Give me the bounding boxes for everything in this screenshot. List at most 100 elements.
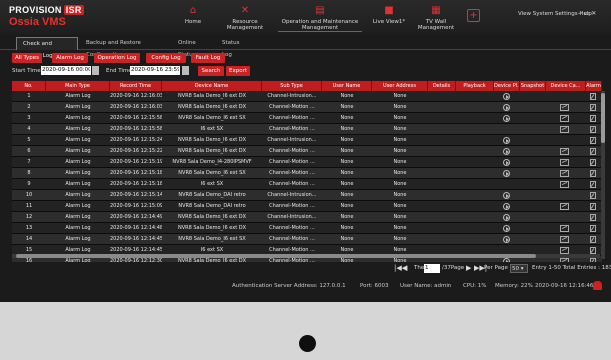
vertical-scroll-thumb[interactable] <box>601 93 605 143</box>
play-icon[interactable] <box>503 236 510 243</box>
play-icon[interactable] <box>503 225 510 232</box>
table-row[interactable]: 6 Alarm Log 2020-09-16 12:15:22 NVR8 Sala D… <box>12 146 602 157</box>
capture-icon[interactable] <box>560 170 569 177</box>
table-row[interactable]: 13 Alarm Log 2020-09-16 12:14:48 NVR8 Sala … <box>12 223 602 234</box>
table-row[interactable]: 4 Alarm Log 2020-09-16 12:15:58 I6 ext SX Ch… <box>12 124 602 135</box>
edit-icon[interactable] <box>590 181 596 188</box>
table-row[interactable]: 7 Alarm Log 2020-09-16 12:15:19 NVR8 Sala D… <box>12 157 602 168</box>
add-view-button[interactable]: + <box>467 9 480 22</box>
edit-icon[interactable] <box>590 225 596 232</box>
operation-log-button[interactable]: Operation Log <box>94 53 140 63</box>
table-row[interactable]: 14 Alarm Log 2020-09-16 12:14:45 NVR8 Sala … <box>12 234 602 245</box>
column-header[interactable]: User Address <box>372 81 428 91</box>
edit-icon[interactable] <box>590 137 596 144</box>
per-page-select[interactable]: 50 ▾ <box>510 264 528 273</box>
edit-icon[interactable] <box>590 148 596 155</box>
edit-icon[interactable] <box>590 126 596 133</box>
edit-icon[interactable] <box>590 192 596 199</box>
table-row[interactable]: 1 Alarm Log 2020-09-16 12:16:03 NVR8 Sala D… <box>12 91 602 102</box>
edit-icon[interactable] <box>590 115 596 122</box>
nav-resource-management[interactable]: ✕ Resource Management <box>215 3 275 33</box>
tab-backup-restore[interactable]: Backup and Restore Configuration <box>80 37 172 58</box>
cell-addr: None <box>393 214 407 220</box>
tab-check-export-log[interactable]: Check and Export Log <box>16 37 78 59</box>
nav-operation-maintenance[interactable]: ▤ Operation and Maintenance Management <box>272 3 368 33</box>
play-icon[interactable] <box>503 148 510 155</box>
capture-icon[interactable] <box>560 148 569 155</box>
table-row[interactable]: 12 Alarm Log 2020-09-16 12:14:49 NVR8 Sala … <box>12 212 602 223</box>
start-time-input[interactable] <box>41 66 91 75</box>
nav-tv-wall[interactable]: ▦ TV Wall Management <box>411 3 461 33</box>
alarm-bell-icon[interactable] <box>593 281 602 290</box>
play-icon[interactable] <box>503 137 510 144</box>
edit-icon[interactable] <box>590 203 596 210</box>
table-row[interactable]: 8 Alarm Log 2020-09-16 12:15:18 NVR8 Sala D… <box>12 168 602 179</box>
column-header[interactable]: Device Pl... <box>494 81 520 91</box>
edit-icon[interactable] <box>590 258 596 262</box>
column-header[interactable]: No. <box>12 81 46 91</box>
column-header[interactable]: Details <box>428 81 456 91</box>
table-row[interactable]: 10 Alarm Log 2020-09-16 12:15:14 NVR8 Sala … <box>12 190 602 201</box>
export-button[interactable]: Export <box>226 66 250 76</box>
cell-user: None <box>340 181 354 187</box>
play-icon[interactable] <box>503 115 510 122</box>
column-header[interactable]: Device Ca... <box>546 81 586 91</box>
edit-icon[interactable] <box>590 104 596 111</box>
table-row[interactable]: 9 Alarm Log 2020-09-16 12:15:18 I6 ext SX Ch… <box>12 179 602 190</box>
all-types-button[interactable]: All Types <box>12 53 42 63</box>
nav-home[interactable]: ⌂ Home <box>180 3 206 33</box>
play-icon[interactable] <box>503 104 510 111</box>
capture-icon[interactable] <box>560 258 569 262</box>
play-icon[interactable] <box>503 159 510 166</box>
calendar-icon[interactable] <box>92 66 99 75</box>
edit-icon[interactable] <box>590 236 596 243</box>
table-row[interactable]: 2 Alarm Log 2020-09-16 12:16:03 NVR8 Sala D… <box>12 102 602 113</box>
nav-live-view[interactable]: ■ Live View1* <box>371 3 407 33</box>
column-header[interactable]: Record Time <box>110 81 162 91</box>
fault-log-button[interactable]: Fault Log <box>191 53 225 63</box>
page-number-input[interactable] <box>424 264 440 273</box>
play-icon[interactable] <box>503 203 510 210</box>
column-header[interactable]: Main Type <box>46 81 110 91</box>
table-row[interactable]: 11 Alarm Log 2020-09-16 12:15:09 NVR8 Sala … <box>12 201 602 212</box>
capture-icon[interactable] <box>560 247 569 254</box>
capture-icon[interactable] <box>560 203 569 210</box>
play-icon[interactable] <box>503 258 510 262</box>
tab-online-status[interactable]: Online Status <box>172 37 216 58</box>
window-controls[interactable]: ‒ ▭ ✕ <box>578 10 596 17</box>
capture-icon[interactable] <box>560 159 569 166</box>
config-log-button[interactable]: Config Log <box>146 53 186 63</box>
capture-icon[interactable] <box>560 236 569 243</box>
play-icon[interactable] <box>503 192 510 199</box>
column-header[interactable]: Sub Type <box>262 81 322 91</box>
edit-icon[interactable] <box>590 159 596 166</box>
column-header[interactable]: Alarm <box>586 81 602 91</box>
column-header[interactable]: Snapshot <box>520 81 546 91</box>
capture-icon[interactable] <box>560 104 569 111</box>
end-time-input[interactable] <box>130 66 180 75</box>
calendar-icon[interactable] <box>182 66 189 75</box>
next-page-button[interactable]: ▶ <box>466 264 471 273</box>
capture-icon[interactable] <box>560 181 569 188</box>
capture-icon[interactable] <box>560 126 569 133</box>
edit-icon[interactable] <box>590 170 596 177</box>
column-header[interactable]: Device Name <box>162 81 262 91</box>
column-header[interactable]: Playback <box>456 81 494 91</box>
capture-icon[interactable] <box>560 225 569 232</box>
play-icon[interactable] <box>503 170 510 177</box>
tab-status-log[interactable]: Status Log <box>216 37 252 58</box>
table-row[interactable]: 5 Alarm Log 2020-09-16 12:15:24 NVR8 Sala D… <box>12 135 602 146</box>
horizontal-scroll-thumb[interactable] <box>16 254 536 258</box>
alarm-log-button[interactable]: Alarm Log <box>52 53 88 63</box>
column-header[interactable]: User Name <box>322 81 372 91</box>
table-row[interactable]: 3 Alarm Log 2020-09-16 12:15:58 NVR8 Sala D… <box>12 113 602 124</box>
edit-icon[interactable] <box>590 247 596 254</box>
search-button[interactable]: Search <box>198 66 224 76</box>
capture-icon[interactable] <box>560 115 569 122</box>
edit-icon[interactable] <box>590 93 596 100</box>
vms-window: PROVISION ISR Ossia VMS ⌂ Home ✕ Resource… <box>0 0 611 302</box>
edit-icon[interactable] <box>590 214 596 221</box>
play-icon[interactable] <box>503 214 510 221</box>
prev-page-button[interactable]: ◀ <box>402 264 407 273</box>
play-icon[interactable] <box>503 93 510 100</box>
